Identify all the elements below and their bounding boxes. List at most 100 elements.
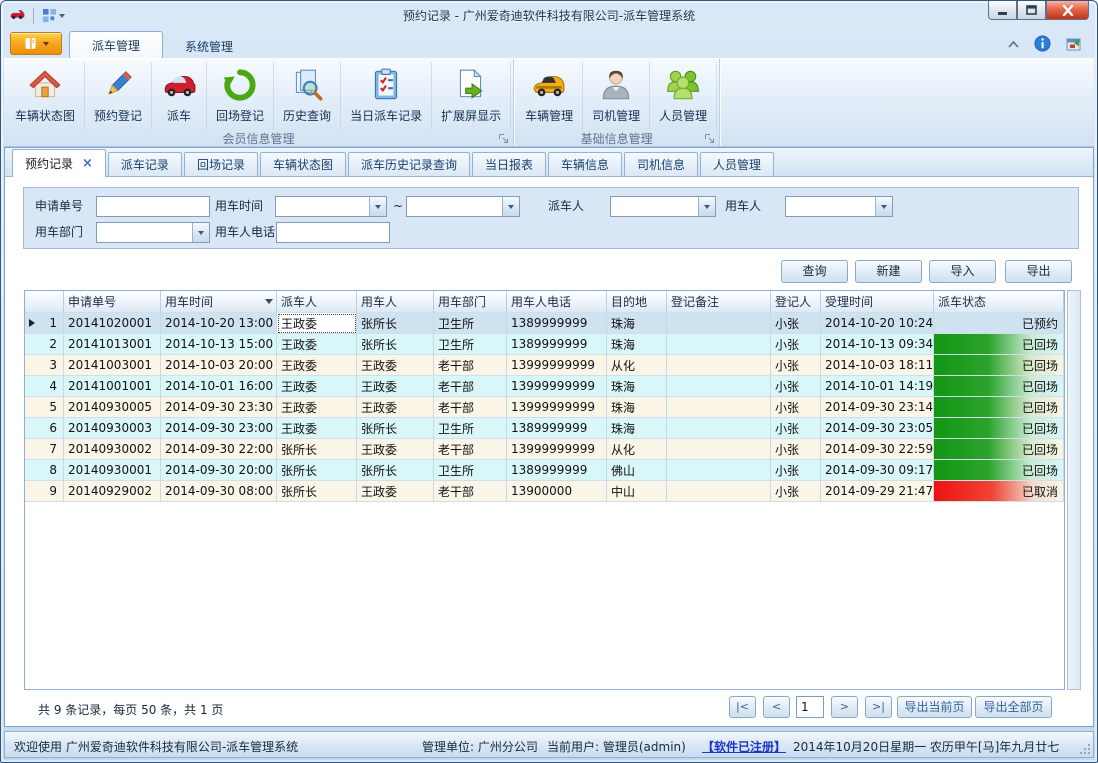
table-row[interactable]: 5201409300052014-09-30 23:30王政委王政委老干部139…: [25, 397, 1064, 418]
table-cell[interactable]: 2014-10-20 13:00: [161, 313, 277, 334]
table-cell[interactable]: 2014-09-30 23:00: [161, 418, 277, 439]
export-all-pages-button[interactable]: 导出全部页: [975, 696, 1052, 718]
prev-page-button[interactable]: <: [763, 696, 790, 718]
table-cell[interactable]: 20140930001: [64, 460, 161, 481]
table-cell[interactable]: 2014-10-01 14:19: [821, 376, 934, 397]
table-cell[interactable]: 张所长: [357, 460, 434, 481]
title-bar[interactable]: 预约记录 - 广州爱奇迪软件科技有限公司-派车管理系统: [1, 1, 1097, 29]
col-header-用车时间[interactable]: 用车时间: [161, 291, 277, 313]
request-no-input[interactable]: [96, 196, 210, 217]
chevron-down-icon[interactable]: [192, 223, 209, 242]
ribbon-tab-派车管理[interactable]: 派车管理: [69, 31, 163, 58]
table-cell[interactable]: 老干部: [434, 397, 507, 418]
row-selector[interactable]: 4: [25, 376, 64, 397]
query-button[interactable]: 查询: [781, 260, 848, 283]
ribbon-button-车辆管理[interactable]: 车辆管理: [516, 62, 583, 130]
ribbon-button-司机管理[interactable]: 司机管理: [583, 62, 650, 130]
doc-tab-回场记录[interactable]: 回场记录: [184, 152, 258, 176]
table-cell[interactable]: 小张: [771, 481, 821, 502]
table-cell[interactable]: 2014-09-30 20:00: [161, 460, 277, 481]
chevron-down-icon[interactable]: [502, 197, 519, 216]
table-cell[interactable]: 13999999999: [507, 397, 607, 418]
table-cell[interactable]: 20141003001: [64, 355, 161, 376]
table-cell[interactable]: 张所长: [357, 334, 434, 355]
row-selector[interactable]: 9: [25, 481, 64, 502]
table-cell[interactable]: 2014-09-30 22:59: [821, 439, 934, 460]
table-cell[interactable]: 小张: [771, 397, 821, 418]
table-cell[interactable]: 小张: [771, 334, 821, 355]
table-row[interactable]: 1201410200012014-10-20 13:00王政委张所长卫生所138…: [25, 313, 1064, 334]
dialog-launcher-icon[interactable]: [704, 133, 715, 144]
close-button[interactable]: [1046, 1, 1089, 20]
table-cell[interactable]: 2014-09-29 21:47: [821, 481, 934, 502]
chevron-down-icon[interactable]: [875, 197, 892, 216]
col-header-受理时间[interactable]: 受理时间: [821, 291, 934, 313]
col-header-登记人[interactable]: 登记人: [771, 291, 821, 313]
table-cell[interactable]: 1389999999: [507, 313, 607, 334]
table-cell[interactable]: 小张: [771, 313, 821, 334]
table-cell[interactable]: 王政委: [277, 376, 357, 397]
table-cell[interactable]: [667, 313, 771, 334]
table-cell[interactable]: 王政委: [357, 397, 434, 418]
table-cell[interactable]: 13999999999: [507, 376, 607, 397]
doc-tab-预约记录[interactable]: 预约记录×: [12, 149, 106, 177]
table-cell[interactable]: 1389999999: [507, 418, 607, 439]
col-header-目的地[interactable]: 目的地: [607, 291, 667, 313]
table-cell[interactable]: 张所长: [277, 460, 357, 481]
next-page-button[interactable]: >: [831, 696, 858, 718]
table-cell[interactable]: 20140930005: [64, 397, 161, 418]
status-badge[interactable]: 已取消: [934, 481, 1064, 502]
table-cell[interactable]: 小张: [771, 439, 821, 460]
row-selector[interactable]: 8: [25, 460, 64, 481]
col-header-派车状态[interactable]: 派车状态: [934, 291, 1064, 313]
new-button[interactable]: 新建: [855, 260, 922, 283]
sort-arrow-icon[interactable]: [265, 299, 273, 304]
table-cell[interactable]: 20140929002: [64, 481, 161, 502]
table-cell[interactable]: 老干部: [434, 355, 507, 376]
table-cell[interactable]: 珠海: [607, 334, 667, 355]
table-cell[interactable]: 王政委: [357, 439, 434, 460]
table-cell[interactable]: 珠海: [607, 397, 667, 418]
table-row[interactable]: 3201410030012014-10-03 20:00王政委王政委老干部139…: [25, 355, 1064, 376]
table-cell[interactable]: 王政委: [357, 355, 434, 376]
collapse-ribbon-icon[interactable]: [1007, 38, 1020, 52]
ribbon-button-派车[interactable]: 派车: [152, 62, 207, 130]
table-cell[interactable]: 13999999999: [507, 439, 607, 460]
doc-tab-人员管理[interactable]: 人员管理: [700, 152, 774, 176]
table-cell[interactable]: 2014-10-20 10:24: [821, 313, 934, 334]
vertical-scrollbar[interactable]: [1067, 290, 1081, 690]
table-cell[interactable]: 中山: [607, 481, 667, 502]
status-badge[interactable]: 已预约: [934, 313, 1064, 334]
chevron-down-icon[interactable]: [369, 197, 386, 216]
import-button[interactable]: 导入: [929, 260, 996, 283]
table-cell[interactable]: 13900000: [507, 481, 607, 502]
row-selector[interactable]: 6: [25, 418, 64, 439]
status-badge[interactable]: 已回场: [934, 355, 1064, 376]
dialog-launcher-icon[interactable]: [498, 133, 509, 144]
table-row[interactable]: 7201409300022014-09-30 22:00张所长王政委老干部139…: [25, 439, 1064, 460]
ribbon-button-历史查询[interactable]: 历史查询: [274, 62, 341, 130]
table-cell[interactable]: 老干部: [434, 439, 507, 460]
doc-tab-司机信息[interactable]: 司机信息: [624, 152, 698, 176]
col-header-派车人[interactable]: 派车人: [277, 291, 357, 313]
table-cell[interactable]: 小张: [771, 418, 821, 439]
table-cell[interactable]: 2014-10-13 15:00: [161, 334, 277, 355]
col-header-用车人[interactable]: 用车人: [357, 291, 434, 313]
dispatcher-select[interactable]: [610, 196, 716, 217]
info-icon[interactable]: [1034, 35, 1051, 55]
table-row[interactable]: 9201409290022014-09-30 08:00张所长王政委老干部139…: [25, 481, 1064, 502]
table-cell[interactable]: [667, 376, 771, 397]
table-row[interactable]: 4201410010012014-10-01 16:00王政委王政委老干部139…: [25, 376, 1064, 397]
table-cell[interactable]: [667, 439, 771, 460]
table-row[interactable]: 2201410130012014-10-13 15:00王政委张所长卫生所138…: [25, 334, 1064, 355]
col-header-申请单号[interactable]: 申请单号: [64, 291, 161, 313]
last-page-button[interactable]: >|: [865, 696, 892, 718]
status-badge[interactable]: 已回场: [934, 334, 1064, 355]
table-cell[interactable]: [667, 355, 771, 376]
table-cell[interactable]: 卫生所: [434, 334, 507, 355]
table-cell[interactable]: [667, 481, 771, 502]
table-cell[interactable]: 张所长: [277, 481, 357, 502]
table-cell[interactable]: 佛山: [607, 460, 667, 481]
row-selector[interactable]: 2: [25, 334, 64, 355]
col-header-登记备注[interactable]: 登记备注: [667, 291, 771, 313]
